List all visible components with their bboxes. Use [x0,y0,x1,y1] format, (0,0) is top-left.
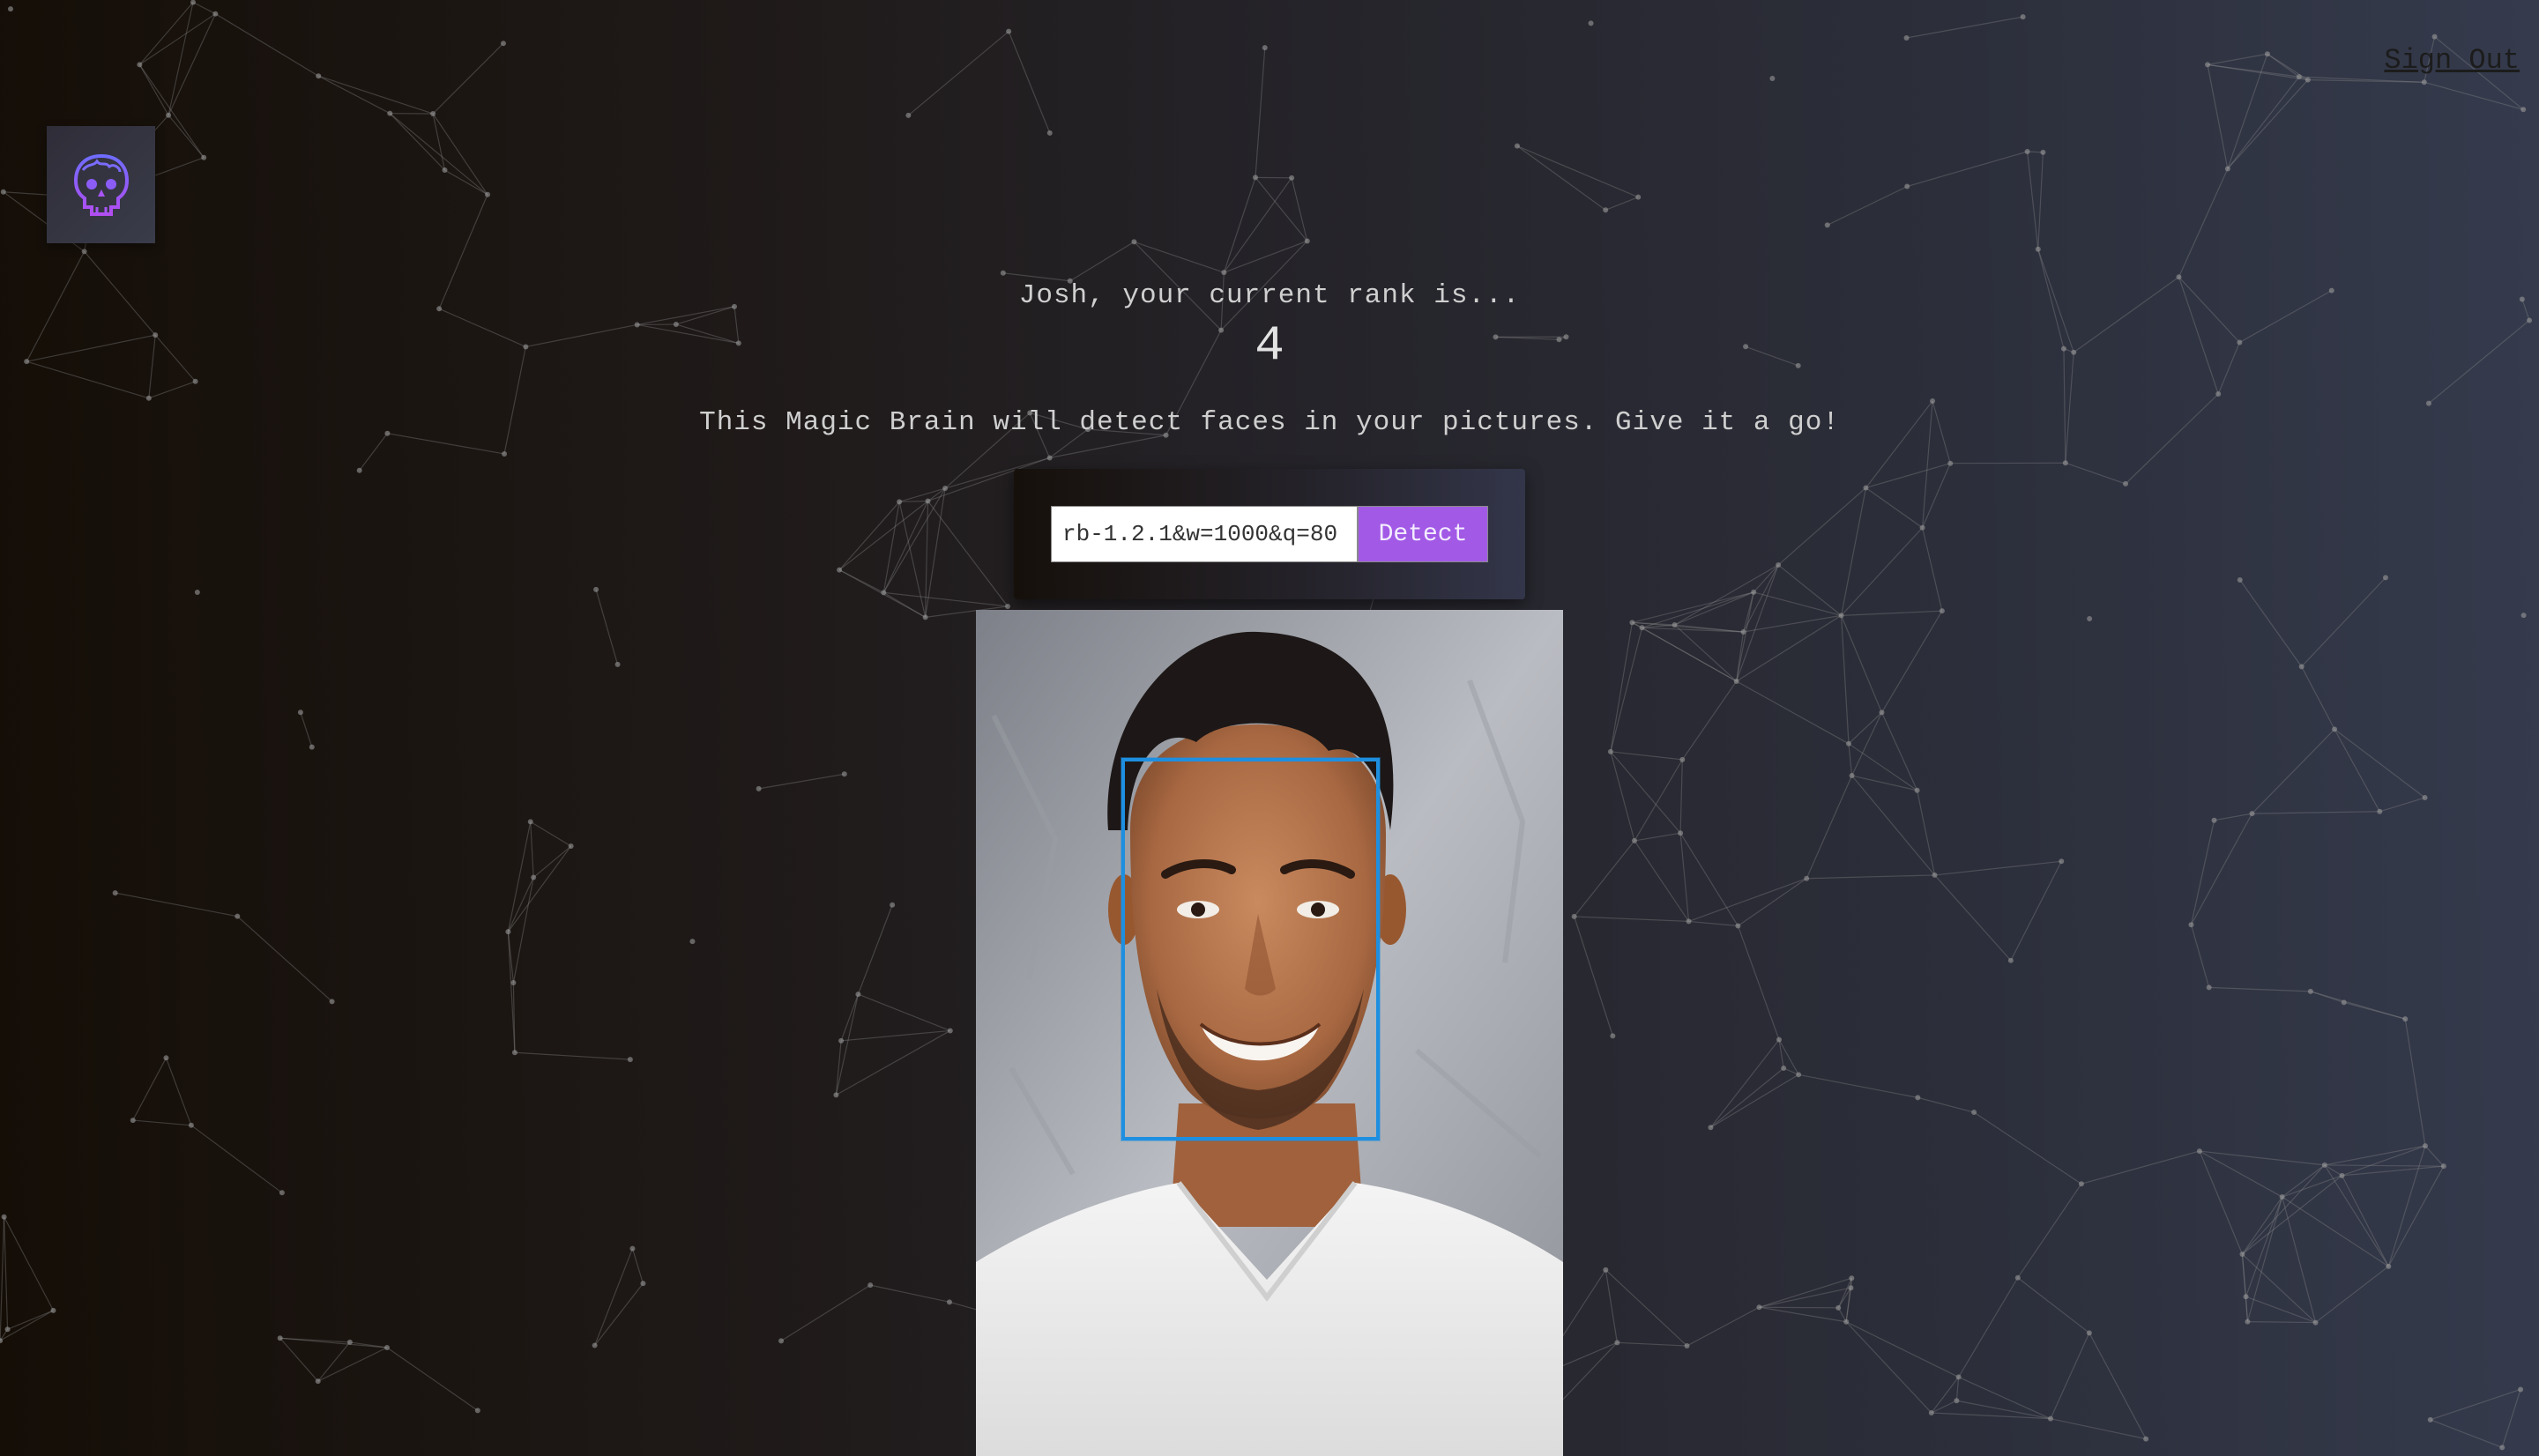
face-bounding-box [1121,758,1380,1140]
image-url-input[interactable] [1051,506,1358,562]
tagline: This Magic Brain will detect faces in yo… [699,407,1840,438]
rank-value: 4 [1255,317,1284,374]
skull-brain-icon [73,153,129,216]
rank-label: Josh, your current rank is... [1018,280,1521,311]
face-image [976,610,1563,1456]
signout-link[interactable]: Sign Out [2384,44,2520,77]
app-logo[interactable] [47,126,155,243]
image-link-form: Detect [1014,469,1525,599]
detect-button[interactable]: Detect [1358,506,1488,562]
